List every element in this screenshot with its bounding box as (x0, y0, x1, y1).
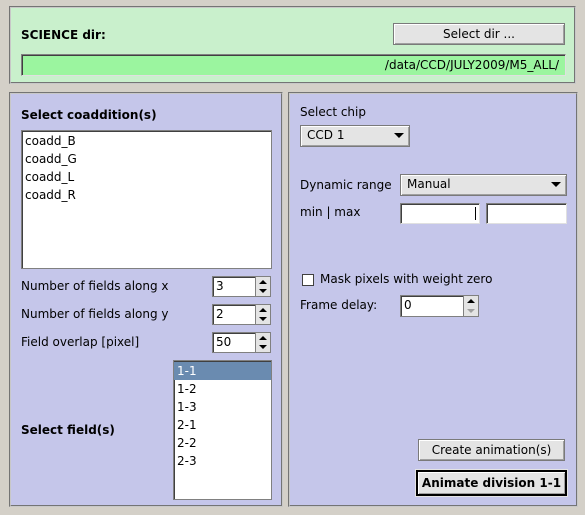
science-dir-panel: SCIENCE dir: Select dir ... /data/CCD/JU… (9, 6, 576, 84)
spin-up-icon[interactable] (467, 299, 475, 303)
fields-y-label: Number of fields along y (21, 307, 169, 321)
fields-x-value: 3 (216, 279, 224, 293)
min-input[interactable] (400, 203, 480, 224)
spin-up-icon[interactable] (259, 308, 267, 312)
field-overlap-label: Field overlap [pixel] (21, 335, 140, 349)
spin-down-icon[interactable] (259, 289, 267, 293)
field-list-item[interactable]: 2-1 (174, 416, 271, 434)
coaddition-list-item[interactable]: coadd_R (22, 186, 271, 204)
fields-x-label: Number of fields along x (21, 279, 169, 293)
chip-select-value: CCD 1 (307, 128, 345, 142)
field-overlap-stepper[interactable] (255, 333, 270, 352)
coaddition-list-item[interactable]: coadd_B (22, 132, 271, 150)
field-list-item[interactable]: 2-3 (174, 452, 271, 470)
frame-delay-stepper[interactable] (463, 296, 478, 316)
spin-down-icon[interactable] (259, 345, 267, 349)
fields-y-value: 2 (216, 307, 224, 321)
fields-x-stepper[interactable] (255, 277, 270, 296)
field-list-item[interactable]: 1-1 (174, 362, 271, 380)
select-field-heading: Select field(s) (21, 423, 115, 437)
field-list-item[interactable]: 1-2 (174, 380, 271, 398)
text-cursor (475, 207, 476, 220)
spin-down-icon[interactable] (467, 309, 475, 313)
field-list-item[interactable]: 1-3 (174, 398, 271, 416)
spin-up-icon[interactable] (259, 336, 267, 340)
animate-division-button[interactable]: Animate division 1-1 (416, 470, 567, 496)
max-input[interactable] (486, 203, 567, 224)
dynamic-range-value: Manual (407, 177, 451, 191)
field-overlap-value: 50 (216, 335, 232, 349)
mask-weight-zero-label: Mask pixels with weight zero (320, 272, 493, 286)
frame-delay-label: Frame delay: (300, 298, 378, 312)
min-max-label: min | max (300, 205, 361, 219)
dynamic-range-select[interactable]: Manual (400, 174, 567, 196)
coaddition-list-item[interactable]: coadd_G (22, 150, 271, 168)
field-list[interactable]: 1-1 1-2 1-3 2-1 2-2 2-3 (173, 360, 272, 500)
select-chip-label: Select chip (300, 105, 366, 119)
science-dir-path-field[interactable]: /data/CCD/JULY2009/M5_ALL/ (21, 54, 566, 76)
coaddition-list[interactable]: coadd_B coadd_G coadd_L coadd_R (21, 130, 272, 269)
select-dir-button[interactable]: Select dir ... (393, 23, 565, 45)
create-animation-button[interactable]: Create animation(s) (418, 439, 565, 461)
field-overlap-spinbox[interactable]: 50 (212, 332, 271, 353)
mask-weight-zero-checkbox[interactable] (302, 274, 314, 286)
chip-select[interactable]: CCD 1 (300, 125, 410, 147)
science-dir-label: SCIENCE dir: (21, 28, 106, 42)
field-list-item[interactable]: 2-2 (174, 434, 271, 452)
dynamic-range-label: Dynamic range (300, 178, 392, 192)
frame-delay-value: 0 (404, 298, 412, 312)
frame-delay-spinbox[interactable]: 0 (400, 295, 479, 317)
spin-up-icon[interactable] (259, 280, 267, 284)
fields-x-spinbox[interactable]: 3 (212, 276, 271, 297)
fields-y-spinbox[interactable]: 2 (212, 304, 271, 325)
fields-y-stepper[interactable] (255, 305, 270, 324)
spin-down-icon[interactable] (259, 317, 267, 321)
animation-panel: Select chip CCD 1 Dynamic range Manual m… (288, 92, 578, 507)
coaddition-list-item[interactable]: coadd_L (22, 168, 271, 186)
select-coaddition-heading: Select coaddition(s) (21, 108, 157, 122)
coaddition-panel: Select coaddition(s) coadd_B coadd_G coadd… (9, 92, 283, 507)
chevron-down-icon (551, 182, 561, 187)
chevron-down-icon (394, 133, 404, 138)
